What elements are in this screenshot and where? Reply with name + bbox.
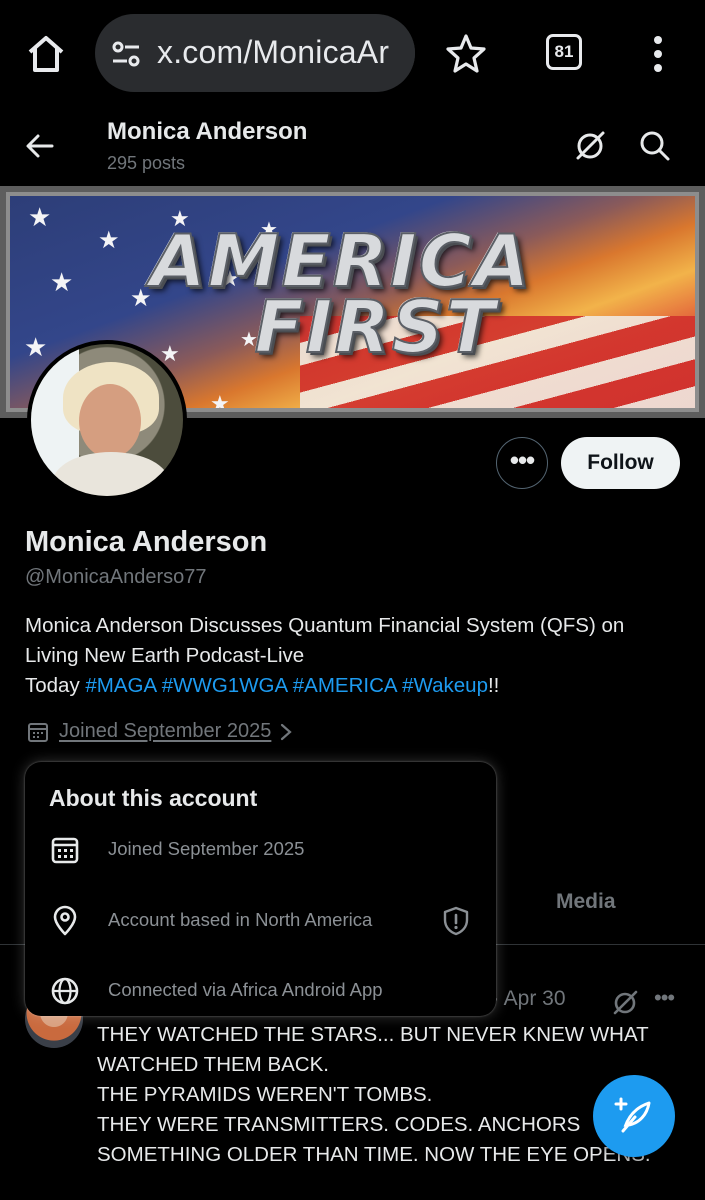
header-name: Monica Anderson [107, 118, 308, 145]
grok-icon[interactable] [610, 988, 640, 1018]
joined-date-link[interactable]: Joined September 2025 [27, 720, 293, 743]
svg-text:★: ★ [98, 227, 120, 254]
bio-line: Monica Anderson Discusses Quantum Financ… [25, 614, 625, 637]
bio-text: !! [487, 674, 500, 697]
grok-icon[interactable] [572, 128, 608, 164]
avatar-body [53, 452, 169, 496]
popup-title: About this account [49, 785, 258, 811]
chevron-right-icon [281, 723, 293, 740]
home-icon[interactable] [22, 30, 70, 78]
compose-post-button[interactable] [593, 1075, 675, 1157]
bio-text: Today [25, 674, 86, 697]
header-post-count: 295 posts [107, 153, 186, 173]
post-date[interactable]: · Apr 30 [492, 987, 566, 1011]
avatar-face [79, 384, 141, 458]
about-account-popup: About this account Joined September 2025… [25, 762, 496, 1016]
profile-handle: @MonicaAnderso77 [25, 566, 207, 588]
banner-title: AMERICA FIRST [149, 224, 531, 369]
follow-button[interactable]: Follow [561, 437, 680, 489]
browser-toolbar: x.com/MonicaAr 81 [0, 0, 705, 108]
site-settings-icon[interactable] [111, 39, 141, 69]
search-icon[interactable] [637, 128, 673, 164]
profile-avatar[interactable] [27, 340, 187, 500]
post-line: THEY WATCHED THE STARS... BUT NEVER KNEW… [97, 1023, 649, 1046]
tab-count-button[interactable]: 81 [546, 34, 582, 70]
popup-row-joined: Joined September 2025 [49, 830, 479, 870]
hashtag-link[interactable]: #AMERICA [293, 674, 397, 697]
profile-bio: Monica Anderson Discusses Quantum Financ… [25, 611, 685, 701]
svg-text:★: ★ [130, 285, 152, 312]
more-options-button[interactable]: ••• [496, 437, 548, 489]
popup-row-text: Connected via Africa Android App [108, 979, 383, 1000]
bio-line: Living New Earth Podcast-Live [25, 644, 305, 667]
popup-row-connection: Connected via Africa Android App [49, 971, 479, 1011]
back-arrow-icon[interactable] [22, 128, 58, 164]
popup-row-text: Joined September 2025 [108, 838, 305, 859]
profile-name: Monica Anderson [25, 526, 268, 558]
svg-text:★: ★ [28, 202, 51, 232]
popup-row-location: Account based in North America [49, 901, 479, 941]
globe-icon [51, 977, 79, 1005]
hashtag-link[interactable]: #WWG1WGA [162, 674, 287, 697]
hashtag-link[interactable]: #Wakeup [402, 674, 488, 697]
tab-media[interactable]: Media [556, 890, 616, 914]
overflow-menu-icon[interactable] [640, 32, 676, 76]
url-fade [385, 14, 415, 92]
address-bar[interactable]: x.com/MonicaAr [95, 14, 415, 92]
popup-row-text: Account based in North America [108, 909, 373, 930]
svg-text:★: ★ [210, 391, 230, 408]
shield-alert-icon[interactable] [442, 906, 470, 936]
post-line: WATCHED THEM BACK. [97, 1053, 329, 1076]
bio-line: Today #MAGA #WWG1WGA #AMERICA #Wakeup!! [25, 671, 685, 701]
banner-line-2: FIRST [253, 285, 497, 369]
location-pin-icon [53, 905, 77, 936]
compose-feather-icon [614, 1097, 651, 1133]
joined-date-text[interactable]: Joined September 2025 [59, 720, 271, 743]
bookmark-star-icon[interactable] [445, 32, 487, 74]
calendar-icon [28, 722, 48, 742]
hashtag-link[interactable]: #MAGA [85, 674, 156, 697]
url-text[interactable]: x.com/MonicaAr [157, 34, 389, 71]
calendar-icon [51, 837, 79, 864]
post-more-button[interactable]: ••• [654, 985, 675, 1011]
svg-text:★: ★ [50, 267, 73, 297]
